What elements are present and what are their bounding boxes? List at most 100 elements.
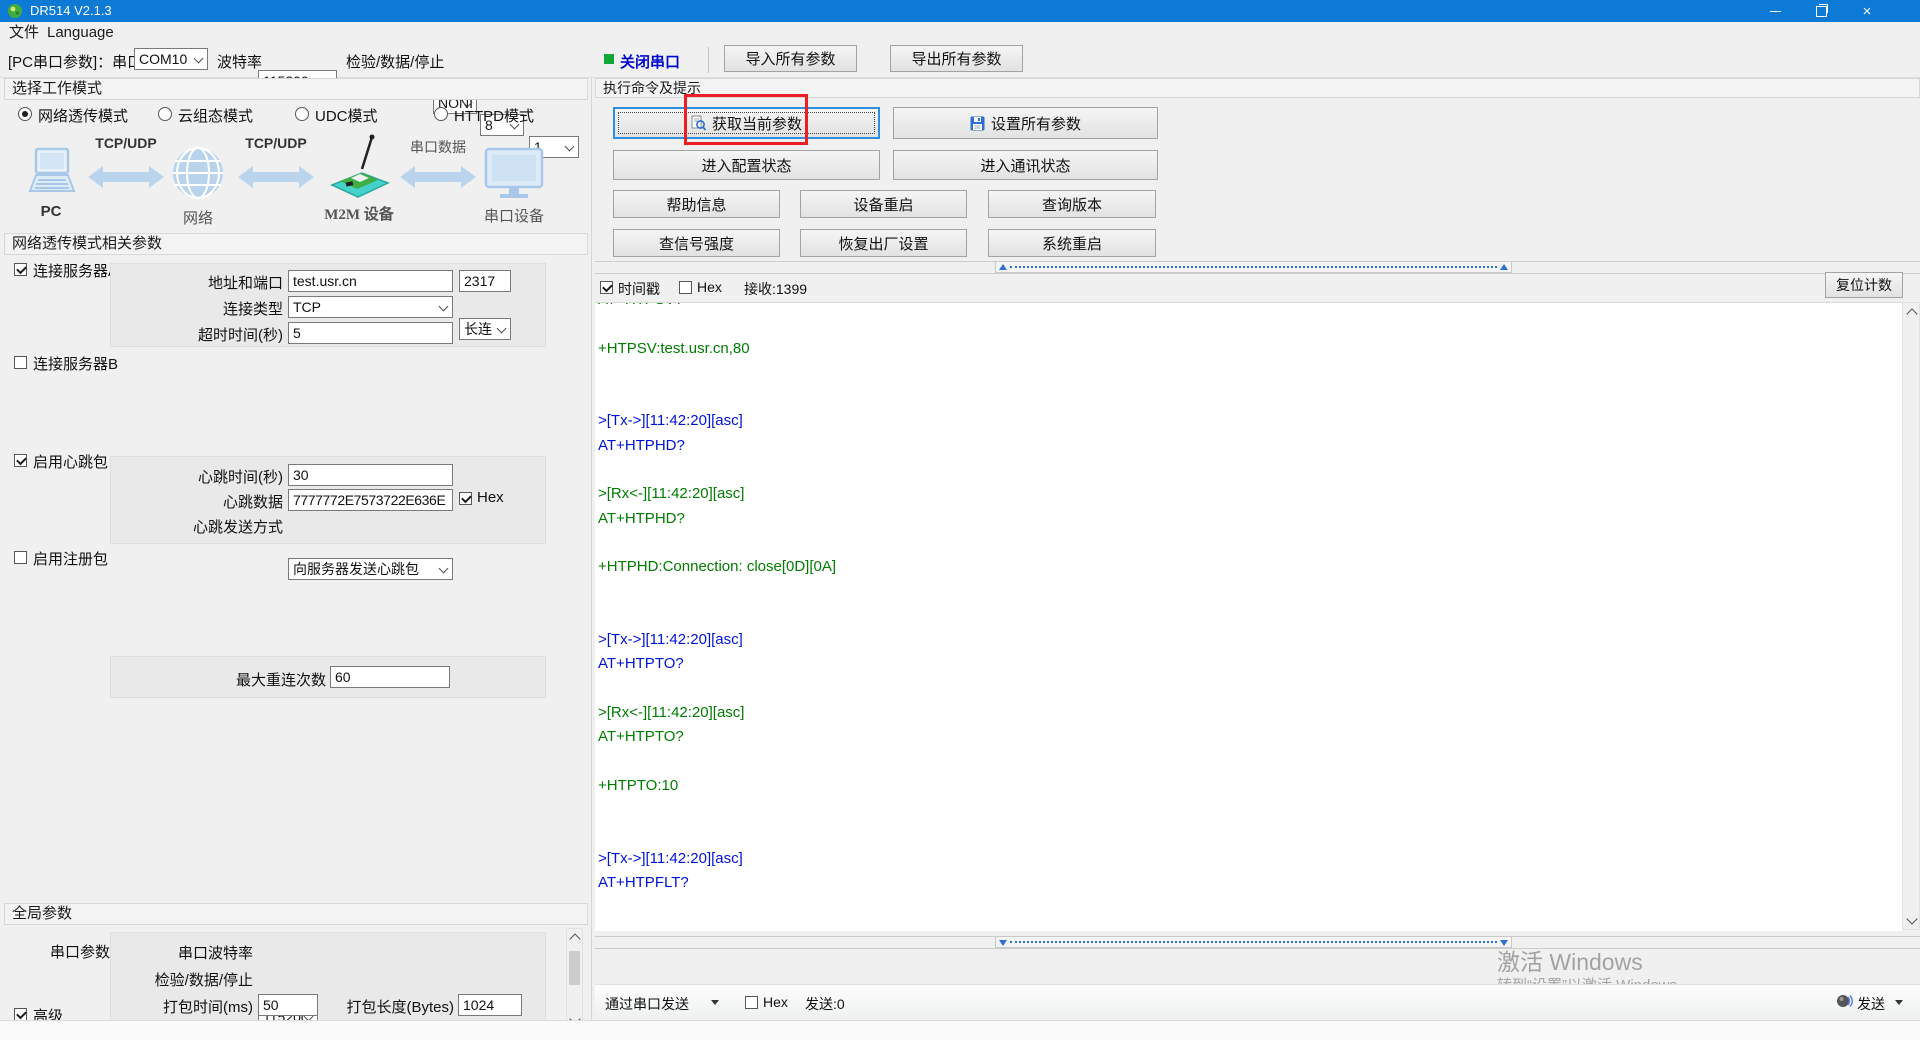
close-icon: × xyxy=(1863,4,1872,19)
terminal-line xyxy=(598,753,1902,777)
terminal-line: >[Tx->][11:42:20][asc] xyxy=(598,412,1902,436)
radio-udc-mode-label[interactable]: UDC模式 xyxy=(315,105,378,126)
hb-time-input[interactable]: 30 xyxy=(288,464,453,486)
terminal-line xyxy=(598,826,1902,850)
left-panel-scrollbar[interactable] xyxy=(566,928,583,1028)
pc-icon xyxy=(22,147,80,201)
scroll-down-icon[interactable] xyxy=(1906,913,1917,924)
recv-hex-label[interactable]: Hex xyxy=(697,279,722,295)
bottom-splitter[interactable] xyxy=(595,936,1920,949)
radio-udc-mode[interactable] xyxy=(295,107,309,121)
timeout-input[interactable]: 5 xyxy=(288,322,453,344)
terminal-log[interactable]: AT+HTPSV? +HTPSV:test.usr.cn,80 >[Tx->][… xyxy=(595,302,1902,931)
reconnect-input[interactable]: 60 xyxy=(330,666,450,688)
g-pds-label: 检验/数据/停止 xyxy=(120,969,253,990)
diagram-node-pc-label: PC xyxy=(22,203,80,220)
scroll-up-icon[interactable] xyxy=(1906,308,1917,319)
chevron-down-icon xyxy=(439,564,449,574)
factory-reset-button[interactable]: 恢复出厂设置 xyxy=(800,229,967,257)
send-hex-checkbox[interactable] xyxy=(745,996,758,1009)
radio-net-transparent[interactable] xyxy=(18,107,32,121)
heartbeat-label[interactable]: 启用心跳包 xyxy=(33,451,108,472)
scroll-up-icon[interactable] xyxy=(569,933,580,944)
factory-reset-label: 恢复出厂设置 xyxy=(838,233,928,254)
minimize-button[interactable] xyxy=(1752,0,1798,22)
menu-item-language[interactable]: Language xyxy=(47,22,114,44)
sent-count: 发送:0 xyxy=(805,994,845,1014)
terminal-line: AT+HTPTO? xyxy=(598,728,1902,752)
keepalive-select[interactable]: 长连 xyxy=(459,318,511,340)
radio-cloud-config[interactable] xyxy=(158,107,172,121)
import-params-button[interactable]: 导入所有参数 xyxy=(724,45,857,72)
bottom-horizontal-scrollbar[interactable] xyxy=(995,936,1512,948)
restore-button[interactable] xyxy=(1798,0,1844,22)
export-params-button[interactable]: 导出所有参数 xyxy=(890,45,1023,72)
network-globe-icon xyxy=(172,143,224,203)
title-bar: DR514 V2.1.3 × xyxy=(0,0,1920,22)
timestamp-checkbox[interactable] xyxy=(600,281,613,294)
splitter-arrow-down-icon[interactable] xyxy=(999,940,1007,946)
serverA-checkbox[interactable] xyxy=(14,263,27,276)
hb-data-label: 心跳数据 xyxy=(120,491,283,512)
dropdown-arrow-icon[interactable] xyxy=(1895,1000,1903,1005)
import-params-label: 导入所有参数 xyxy=(745,48,835,69)
enter-config-button[interactable]: 进入配置状态 xyxy=(613,150,880,180)
radio-net-transparent-label[interactable]: 网络透传模式 xyxy=(38,105,128,126)
radio-cloud-config-label[interactable]: 云组态模式 xyxy=(178,105,253,126)
radio-httpd-mode[interactable] xyxy=(434,107,448,121)
hb-mode-select[interactable]: 向服务器发送心跳包 xyxy=(288,558,453,580)
scrollbar-thumb[interactable] xyxy=(569,951,580,985)
hb-hex-checkbox[interactable] xyxy=(459,492,472,505)
keepalive-value: 长连 xyxy=(464,321,492,337)
get-current-params-button[interactable]: 获取当前参数 xyxy=(613,107,880,139)
top-splitter[interactable] xyxy=(595,261,1920,274)
reset-count-button[interactable]: 复位计数 xyxy=(1825,272,1903,298)
serverA-label[interactable]: 连接服务器A xyxy=(33,260,118,281)
server-port-input[interactable]: 2317 xyxy=(459,270,511,292)
com-port-select[interactable]: COM10 xyxy=(134,48,208,70)
set-all-params-button[interactable]: 设置所有参数 xyxy=(893,107,1158,139)
recv-hex-checkbox[interactable] xyxy=(679,281,692,294)
enter-comm-button[interactable]: 进入通讯状态 xyxy=(893,150,1158,180)
g-baud-label: 串口波特率 xyxy=(120,942,253,963)
top-horizontal-scrollbar[interactable] xyxy=(995,261,1512,273)
query-signal-button[interactable]: 查信号强度 xyxy=(613,229,780,257)
query-version-button[interactable]: 查询版本 xyxy=(988,190,1156,218)
register-checkbox[interactable] xyxy=(14,551,27,564)
timestamp-label[interactable]: 时间戳 xyxy=(618,279,660,299)
chevron-down-icon xyxy=(497,324,507,334)
close-serial-button[interactable]: 关闭串口 xyxy=(620,51,680,72)
send-via-serial-dropdown[interactable]: 通过串口发送 xyxy=(605,994,689,1014)
menu-item-file[interactable]: 文件 xyxy=(9,22,39,44)
system-reboot-button[interactable]: 系统重启 xyxy=(988,229,1156,257)
hb-data-input[interactable]: 7777772E7573722E636E xyxy=(288,489,453,511)
pack-time-input[interactable]: 50 xyxy=(258,994,318,1016)
serverB-label[interactable]: 连接服务器B xyxy=(33,353,118,374)
diagram-node-serialdev-label: 串口设备 xyxy=(478,205,550,226)
register-label[interactable]: 启用注册包 xyxy=(33,548,108,569)
conn-type-label: 连接类型 xyxy=(120,298,283,319)
exec-cmd-header: 执行命令及提示 xyxy=(595,78,1920,98)
chevron-down-icon xyxy=(439,302,449,312)
conn-type-select[interactable]: TCP xyxy=(288,296,453,318)
send-hex-label[interactable]: Hex xyxy=(763,994,788,1010)
close-button[interactable]: × xyxy=(1844,0,1890,22)
send-button[interactable]: 发送 xyxy=(1857,994,1885,1014)
splitter-arrow-up-icon[interactable] xyxy=(999,264,1007,270)
pack-len-input[interactable]: 1024 xyxy=(458,994,522,1016)
windows-activate-watermark: 激活 Windows xyxy=(1497,943,1643,977)
radio-httpd-mode-label[interactable]: HTTPD模式 xyxy=(454,105,534,126)
hb-hex-label[interactable]: Hex xyxy=(477,489,504,506)
reset-count-label: 复位计数 xyxy=(1836,275,1892,295)
window-title: DR514 V2.1.3 xyxy=(30,0,112,22)
toolbar-separator xyxy=(708,47,709,73)
server-address-input[interactable]: test.usr.cn xyxy=(288,270,453,292)
serverB-checkbox[interactable] xyxy=(14,356,27,369)
terminal-vscrollbar[interactable] xyxy=(1902,302,1920,930)
heartbeat-checkbox[interactable] xyxy=(14,454,27,467)
enter-config-label: 进入配置状态 xyxy=(701,155,791,176)
splitter-arrow-up-icon[interactable] xyxy=(1500,264,1508,270)
dropdown-arrow-icon[interactable] xyxy=(711,1000,719,1005)
device-reboot-button[interactable]: 设备重启 xyxy=(800,190,967,218)
help-info-button[interactable]: 帮助信息 xyxy=(613,190,780,218)
